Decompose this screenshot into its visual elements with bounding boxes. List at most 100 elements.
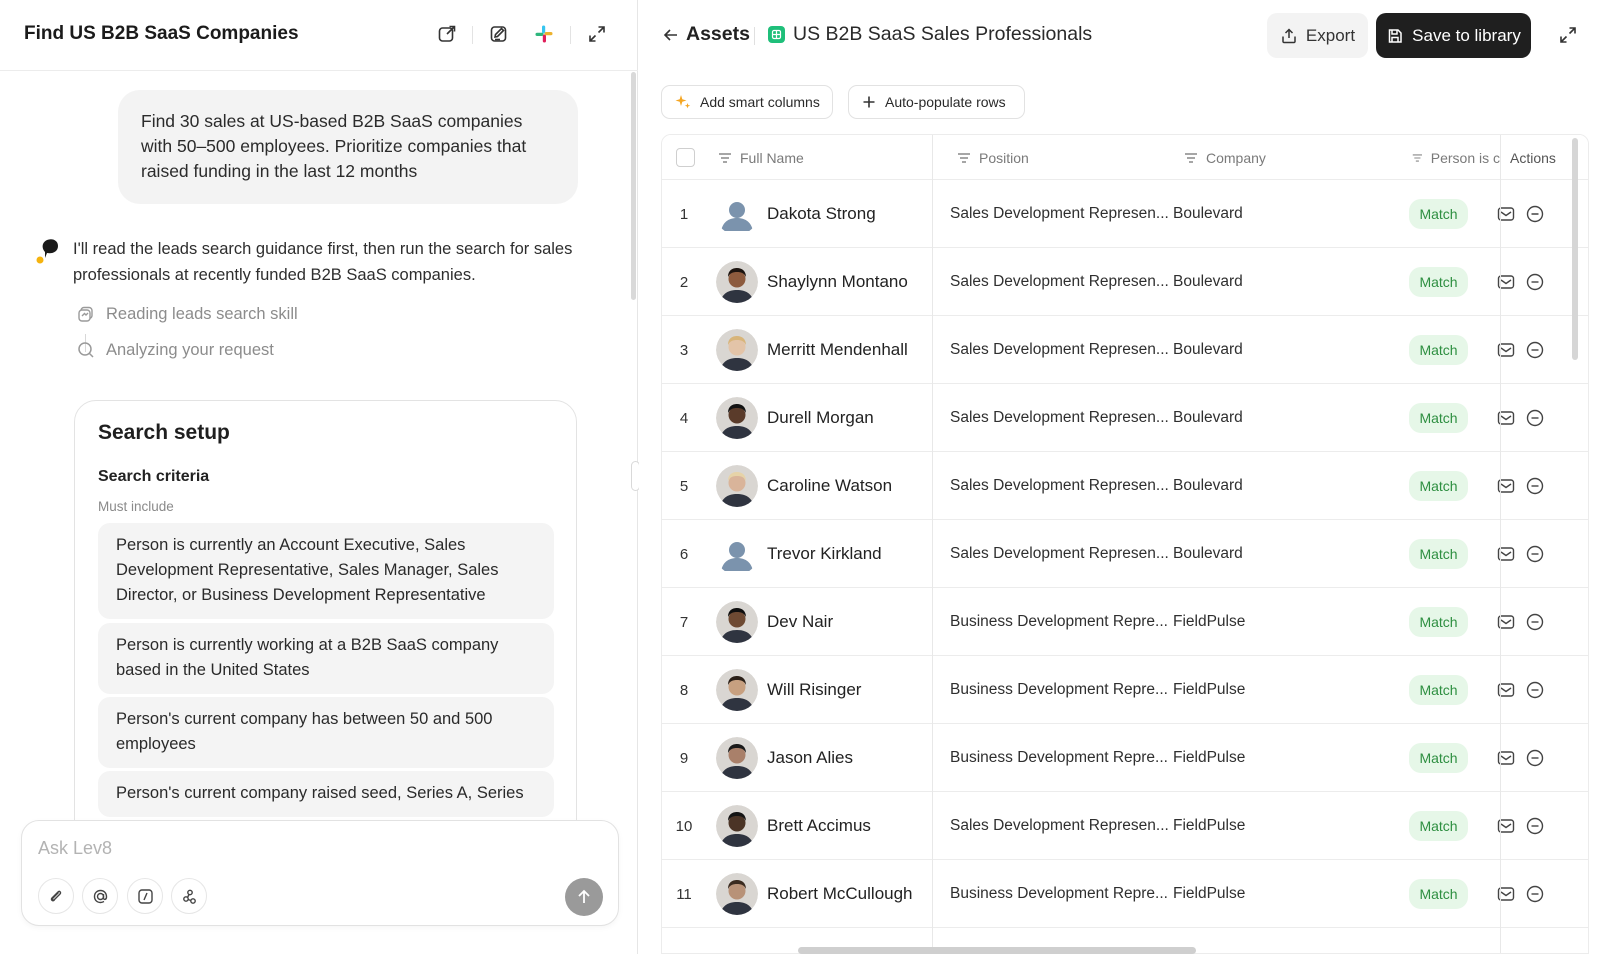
- column-position[interactable]: Position: [957, 135, 1029, 180]
- share-icon[interactable]: [435, 22, 459, 46]
- workflow-icon[interactable]: [171, 878, 207, 914]
- select-all-checkbox[interactable]: [676, 148, 695, 167]
- cell-company[interactable]: Boulevard: [1173, 384, 1243, 452]
- avatar: [716, 397, 758, 439]
- save-label: Save to library: [1412, 25, 1521, 45]
- table-row[interactable]: 4 Durell Morgan Sales Development Represen…: [662, 384, 1588, 452]
- cell-full-name[interactable]: Caroline Watson: [767, 452, 892, 520]
- cell-company[interactable]: FieldPulse: [1173, 724, 1245, 792]
- setup-title: Search setup: [98, 421, 230, 444]
- cell-full-name[interactable]: Brett Accimus: [767, 792, 871, 860]
- mail-icon[interactable]: [1496, 748, 1516, 768]
- search-icon: [76, 340, 96, 360]
- cell-position[interactable]: Business Development Repre...: [950, 588, 1168, 656]
- table-row[interactable]: 9 Jason Alies Business Development Repre..…: [662, 724, 1588, 792]
- minus-circle-icon[interactable]: [1525, 204, 1545, 224]
- cell-full-name[interactable]: Dev Nair: [767, 588, 833, 656]
- mail-icon[interactable]: [1496, 408, 1516, 428]
- cell-position[interactable]: Business Development Repre...: [950, 656, 1168, 724]
- mail-icon[interactable]: [1496, 612, 1516, 632]
- table-row[interactable]: 1 Dakota Strong Sales Development Represen…: [662, 180, 1588, 248]
- minus-circle-icon[interactable]: [1525, 544, 1545, 564]
- step-label: Reading leads search skill: [106, 304, 298, 323]
- cell-full-name[interactable]: Durell Morgan: [767, 384, 874, 452]
- table-row[interactable]: 8 Will Risinger Business Development Repre…: [662, 656, 1588, 724]
- minus-circle-icon[interactable]: [1525, 748, 1545, 768]
- slack-icon[interactable]: [532, 22, 556, 46]
- cell-full-name[interactable]: Trevor Kirkland: [767, 520, 882, 588]
- mail-icon[interactable]: [1496, 476, 1516, 496]
- cell-position[interactable]: Sales Development Represen...: [950, 180, 1169, 248]
- mail-icon[interactable]: [1496, 340, 1516, 360]
- save-to-library-button[interactable]: Save to library: [1376, 13, 1531, 58]
- cell-position[interactable]: Sales Development Represen...: [950, 792, 1169, 860]
- add-smart-columns-button[interactable]: Add smart columns: [661, 85, 833, 119]
- mail-icon[interactable]: [1496, 544, 1516, 564]
- table-vertical-scrollbar[interactable]: [1572, 138, 1578, 360]
- cell-company[interactable]: Boulevard: [1173, 316, 1243, 384]
- chat-scrollbar[interactable]: [631, 72, 636, 300]
- slash-command-icon[interactable]: [127, 878, 163, 914]
- expand-icon[interactable]: [585, 22, 609, 46]
- column-full-name[interactable]: Full Name: [718, 135, 804, 180]
- minus-circle-icon[interactable]: [1525, 680, 1545, 700]
- table-row[interactable]: 2 Shaylynn Montano Sales Development Repre…: [662, 248, 1588, 316]
- minus-circle-icon[interactable]: [1525, 340, 1545, 360]
- cell-position[interactable]: Sales Development Represen...: [950, 452, 1169, 520]
- breadcrumb-assets[interactable]: Assets: [686, 23, 750, 46]
- cell-full-name[interactable]: Robert McCullough: [767, 860, 913, 928]
- cell-position[interactable]: Sales Development Represen...: [950, 384, 1169, 452]
- cell-full-name[interactable]: Shaylynn Montano: [767, 248, 908, 316]
- mail-icon[interactable]: [1496, 272, 1516, 292]
- minus-circle-icon[interactable]: [1525, 612, 1545, 632]
- mail-icon[interactable]: [1496, 204, 1516, 224]
- table-row[interactable]: 11 Robert McCullough Business Development …: [662, 860, 1588, 928]
- cell-position[interactable]: Sales Development Represen...: [950, 520, 1169, 588]
- minus-circle-icon[interactable]: [1525, 272, 1545, 292]
- auto-populate-rows-button[interactable]: Auto-populate rows: [848, 85, 1025, 119]
- cell-position[interactable]: Sales Development Represen...: [950, 248, 1169, 316]
- minus-circle-icon[interactable]: [1525, 884, 1545, 904]
- row-number: 6: [679, 545, 689, 563]
- cell-company[interactable]: FieldPulse: [1173, 792, 1245, 860]
- table-row[interactable]: 6 Trevor Kirkland Sales Development Repres…: [662, 520, 1588, 588]
- minus-circle-icon[interactable]: [1525, 408, 1545, 428]
- cell-full-name[interactable]: Will Risinger: [767, 656, 861, 724]
- cell-position[interactable]: Business Development Repre...: [950, 724, 1168, 792]
- minus-circle-icon[interactable]: [1525, 816, 1545, 836]
- cell-full-name[interactable]: Dakota Strong: [767, 180, 876, 248]
- export-button[interactable]: Export: [1267, 13, 1368, 58]
- cell-full-name[interactable]: Jason Alies: [767, 724, 853, 792]
- column-person-is-currently[interactable]: Person is c: [1412, 135, 1500, 180]
- back-arrow-icon[interactable]: [660, 24, 682, 46]
- cell-company[interactable]: Boulevard: [1173, 452, 1243, 520]
- cell-company[interactable]: FieldPulse: [1173, 860, 1245, 928]
- status-badge: Match: [1409, 335, 1468, 365]
- app-root: Find US B2B SaaS Companies Find 30 sales…: [0, 0, 1600, 954]
- table-row[interactable]: 7 Dev Nair Business Development Repre... Fi…: [662, 588, 1588, 656]
- send-arrow-icon[interactable]: [565, 878, 603, 916]
- cell-company[interactable]: FieldPulse: [1173, 588, 1245, 656]
- paperclip-icon[interactable]: [38, 878, 74, 914]
- cell-position[interactable]: Sales Development Represen...: [950, 316, 1169, 384]
- cell-company[interactable]: FieldPulse: [1173, 656, 1245, 724]
- cell-full-name[interactable]: Merritt Mendenhall: [767, 316, 908, 384]
- mail-icon[interactable]: [1496, 816, 1516, 836]
- mail-icon[interactable]: [1496, 884, 1516, 904]
- minus-circle-icon[interactable]: [1525, 476, 1545, 496]
- table-row[interactable]: 5 Caroline Watson Sales Development Repres…: [662, 452, 1588, 520]
- cell-position[interactable]: Business Development Repre...: [950, 860, 1168, 928]
- cell-company[interactable]: Boulevard: [1173, 520, 1243, 588]
- mail-icon[interactable]: [1496, 680, 1516, 700]
- table-row[interactable]: 3 Merritt Mendenhall Sales Development Rep…: [662, 316, 1588, 384]
- table-header: Full Name Position Company Person is c A…: [662, 135, 1588, 180]
- expand-icon[interactable]: [1557, 24, 1579, 46]
- edit-icon[interactable]: [487, 22, 511, 46]
- cell-company[interactable]: Boulevard: [1173, 248, 1243, 316]
- table-row[interactable]: 10 Brett Accimus Sales Development Represe…: [662, 792, 1588, 860]
- cell-company[interactable]: Boulevard: [1173, 180, 1243, 248]
- at-icon[interactable]: [82, 878, 118, 914]
- ask-input[interactable]: [38, 838, 518, 859]
- column-company[interactable]: Company: [1184, 135, 1266, 180]
- table-horizontal-scrollbar[interactable]: [798, 947, 1196, 954]
